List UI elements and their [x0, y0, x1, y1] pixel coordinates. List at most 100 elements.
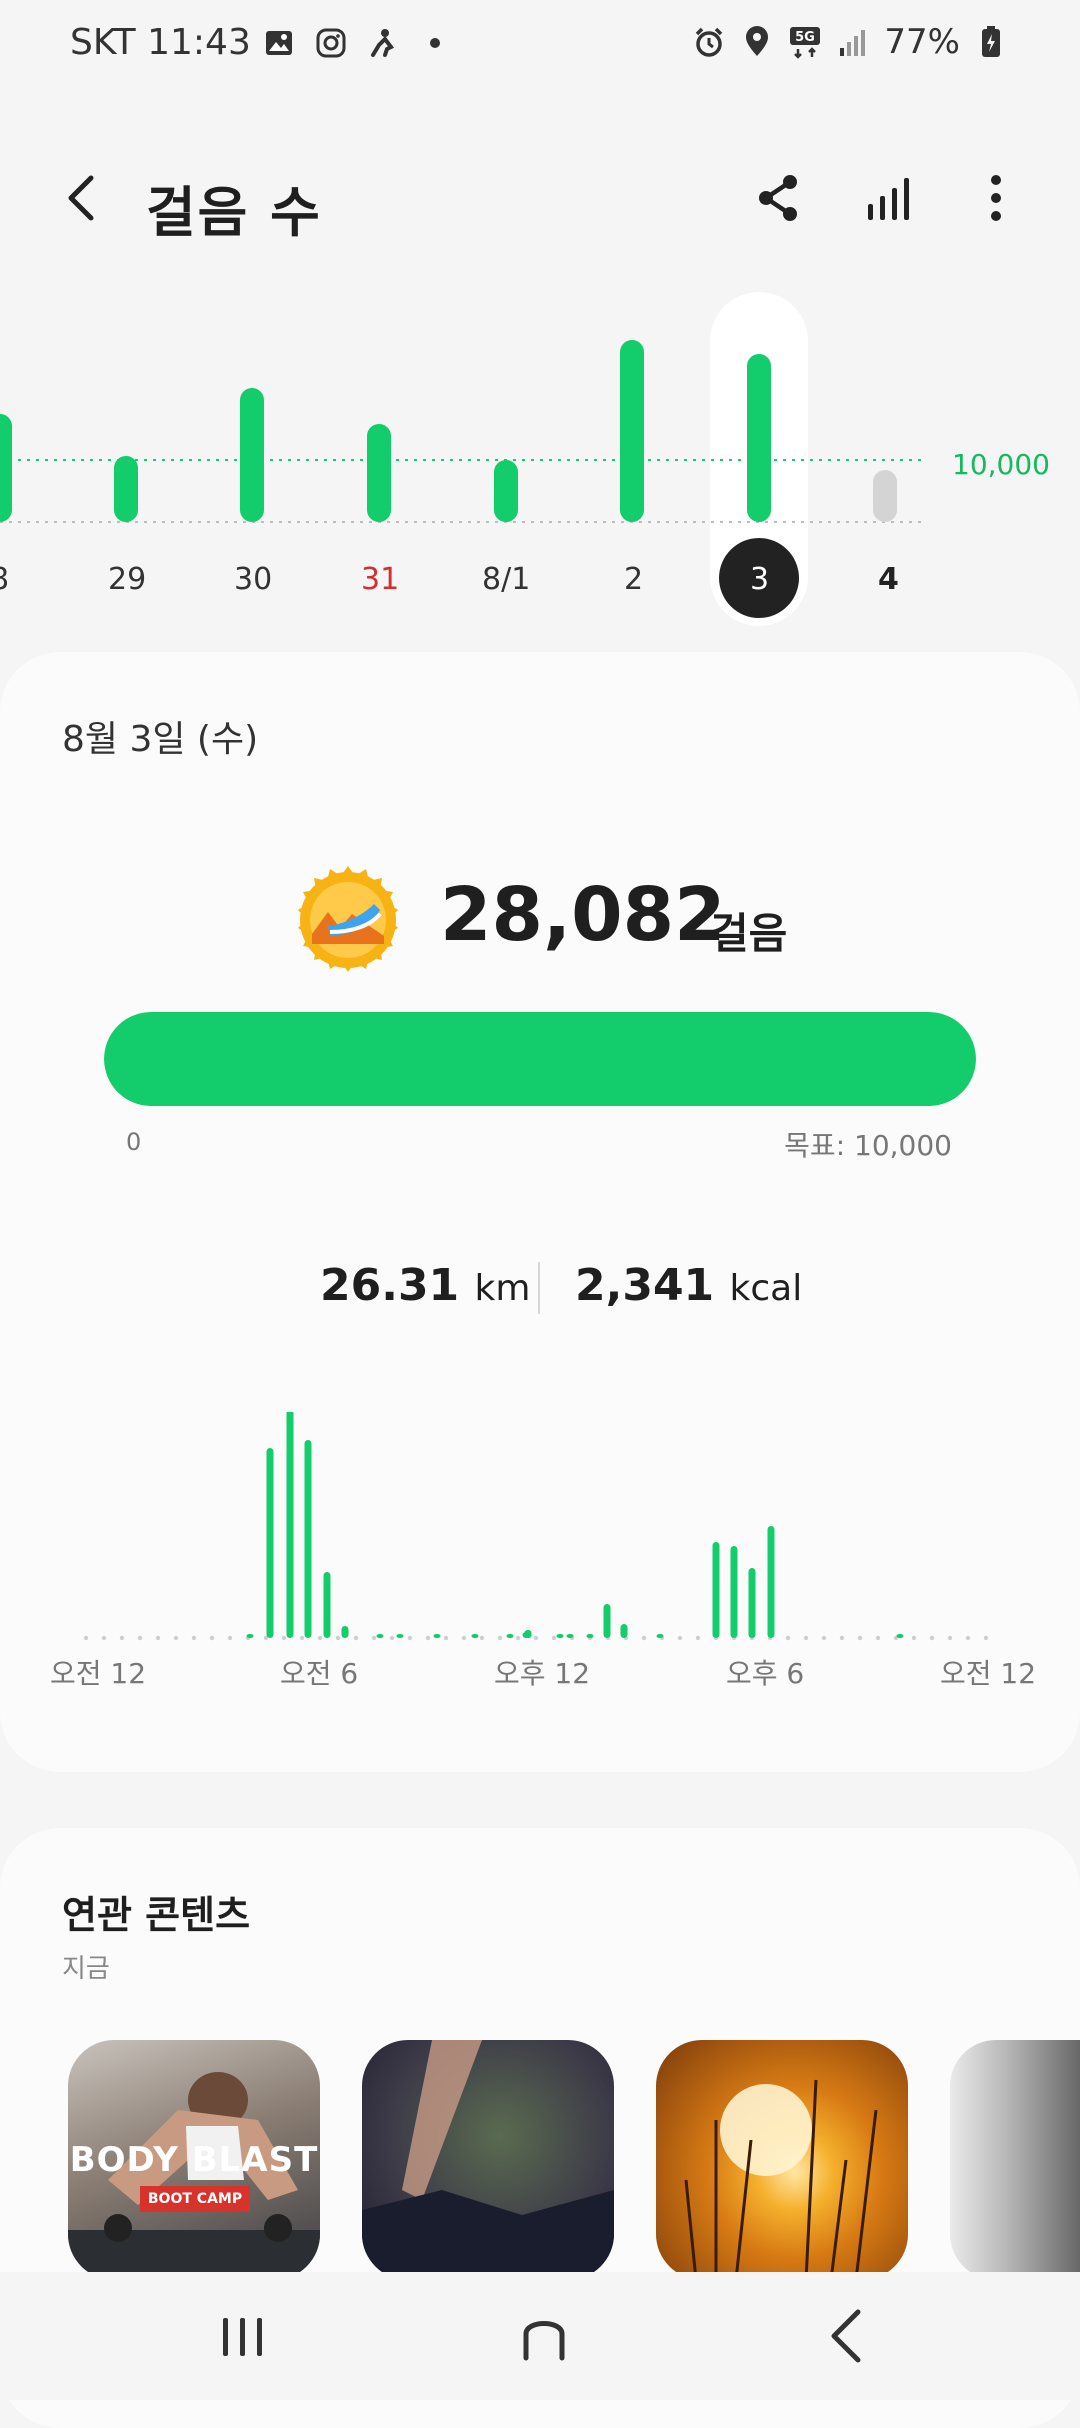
day-label[interactable]: 30: [234, 562, 272, 597]
day-label[interactable]: 8/1: [482, 562, 530, 597]
hourly-dot: [299, 1635, 305, 1641]
hourly-step-chart[interactable]: 오전 12: [0, 1412, 1080, 2319]
hourly-bar-small: [433, 1634, 441, 1638]
content-card-4[interactable]: [950, 2040, 1080, 2280]
svg-text:5G: 5G: [796, 30, 816, 45]
home-icon: [523, 2321, 565, 2361]
hourly-bar: [730, 1546, 738, 1638]
home-button[interactable]: [504, 2304, 584, 2368]
hourly-bar: [767, 1526, 775, 1638]
hourly-dot: [695, 1635, 701, 1641]
hourly-bar: [323, 1572, 331, 1638]
hourly-bar-small: [471, 1634, 479, 1638]
instagram-icon: [314, 26, 348, 60]
day-bar-8: [0, 414, 12, 522]
more-options-button[interactable]: [968, 170, 1024, 226]
nav-back-button[interactable]: [808, 2304, 888, 2368]
step-progress-bar: [104, 1012, 976, 1106]
related-title: 연관 콘텐츠: [62, 1893, 251, 1937]
hourly-bar: [620, 1624, 628, 1638]
hourly-dot: [677, 1635, 683, 1641]
status-bar: SKT 11:43 5G 77%: [0, 0, 1080, 84]
hourly-dot: [551, 1635, 557, 1641]
hourly-bar: [603, 1604, 611, 1638]
step-progress-fill: [104, 1012, 976, 1106]
hourly-dot: [461, 1635, 467, 1641]
hourly-dot: [983, 1635, 989, 1641]
trends-button[interactable]: [862, 170, 918, 226]
day-label[interactable]: 4: [878, 562, 899, 597]
day-bar-8-1: [494, 460, 518, 522]
distance-stat: 26.31 km: [320, 1260, 530, 1311]
hourly-dot: [965, 1635, 971, 1641]
hourly-bar: [286, 1412, 294, 1638]
day-bar-31: [367, 424, 391, 522]
hourly-dot: [335, 1635, 341, 1641]
hourly-bars: [246, 1412, 904, 1638]
network-5g-icon: 5G: [788, 25, 822, 59]
recent-apps-button[interactable]: [203, 2304, 283, 2368]
activity-icon: [366, 26, 400, 60]
hourly-dot: [785, 1635, 791, 1641]
signal-icon: [836, 25, 870, 59]
day-label[interactable]: 8: [0, 562, 9, 597]
content-card-3[interactable]: [656, 2040, 908, 2280]
system-icons: 5G 77%: [692, 22, 1008, 62]
notification-icons: [262, 26, 452, 60]
hourly-dot: [515, 1635, 521, 1641]
hourly-dot: [479, 1635, 485, 1641]
app-header: 걸음 수: [0, 150, 1080, 250]
hourly-axis-label: 오전 12: [940, 1657, 1037, 1690]
hourly-bar-small: [896, 1634, 904, 1638]
hourly-dot: [209, 1635, 215, 1641]
share-button[interactable]: [752, 170, 808, 226]
hourly-axis-label: 오후 12: [494, 1657, 591, 1690]
hourly-bar: [304, 1440, 312, 1638]
hourly-bar-small: [246, 1634, 254, 1638]
hourly-axis-label: 오후 6: [726, 1657, 805, 1690]
day-label-selected[interactable]: 3: [750, 562, 769, 597]
day-bar-2: [620, 340, 644, 522]
day-label[interactable]: 29: [108, 562, 146, 597]
goal-line-label: 10,000: [952, 448, 1050, 481]
distance-unit: km: [474, 1268, 531, 1309]
share-icon: [759, 175, 797, 221]
hourly-bar-small: [556, 1634, 564, 1638]
hourly-bar-small: [506, 1634, 514, 1638]
hourly-dot: [533, 1635, 539, 1641]
step-count: 28,082: [440, 872, 726, 958]
content-card-body-blast[interactable]: BODY BLAST BOOT CAMP: [68, 2040, 320, 2280]
day-label[interactable]: 2: [624, 562, 643, 597]
calories-stat: 2,341 kcal: [575, 1260, 802, 1311]
hourly-dot: [497, 1635, 503, 1641]
hourly-bar-small: [586, 1634, 594, 1638]
thumb-title: BODY BLAST: [69, 2140, 319, 2180]
hourly-dot: [191, 1635, 197, 1641]
calories-unit: kcal: [729, 1268, 803, 1309]
hourly-bar-small: [396, 1634, 404, 1638]
related-subtitle: 지금: [62, 1954, 110, 1984]
hourly-dot: [425, 1635, 431, 1641]
hourly-bar-small: [656, 1634, 664, 1638]
content-card-2[interactable]: [362, 2040, 614, 2280]
hourly-dot: [155, 1635, 161, 1641]
day-label-sunday[interactable]: 31: [361, 562, 399, 597]
dot-icon: [418, 26, 452, 60]
weekly-step-chart[interactable]: 8 29 30 31 8/1 2 3 4 10,000: [0, 280, 1080, 640]
page-title: 걸음 수: [146, 181, 322, 244]
gallery-icon: [262, 26, 296, 60]
back-button[interactable]: [55, 168, 115, 228]
hourly-bar: [748, 1568, 756, 1638]
hourly-dot: [929, 1635, 935, 1641]
hourly-bar: [341, 1626, 349, 1638]
recent-apps-icon: [223, 2318, 262, 2356]
hourly-dot: [371, 1635, 377, 1641]
hourly-dot: [317, 1635, 323, 1641]
hourly-dot: [911, 1635, 917, 1641]
goal-achieved-badge-icon[interactable]: [292, 864, 404, 976]
hourly-dot: [407, 1635, 413, 1641]
alarm-icon: [692, 25, 726, 59]
day-bar-4: [873, 470, 897, 522]
hourly-dot: [119, 1635, 125, 1641]
hourly-dot: [857, 1635, 863, 1641]
